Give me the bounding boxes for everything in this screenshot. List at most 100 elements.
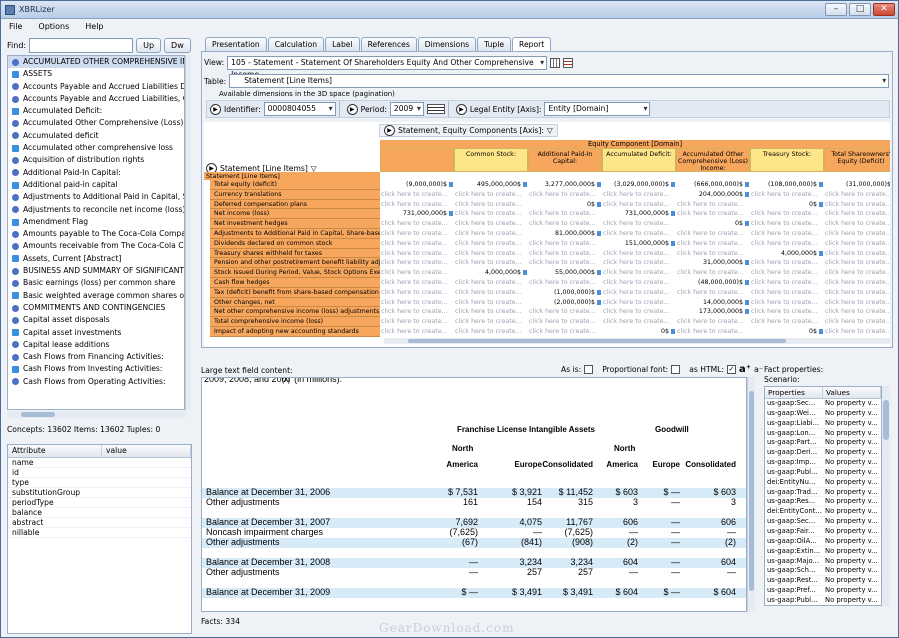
placeholder-cell[interactable]: click here to create...: [380, 298, 454, 308]
row-label[interactable]: Other changes, net: [210, 297, 380, 308]
placeholder-cell[interactable]: click here to create...: [602, 317, 676, 327]
identifier-select[interactable]: 0000804055: [263, 102, 336, 116]
fact-property-row[interactable]: us-gaap:Wei... No property v...: [765, 409, 881, 419]
placeholder-cell[interactable]: click here to create...: [602, 190, 676, 200]
concept-item[interactable]: Basic earnings (loss) per common share: [8, 277, 184, 289]
grid-view-icon[interactable]: [550, 57, 561, 68]
placeholder-cell[interactable]: click here to create...: [824, 327, 890, 337]
placeholder-cell[interactable]: click here to create...: [824, 200, 890, 210]
row-label[interactable]: Deferred compensation plans: [210, 199, 380, 210]
placeholder-cell[interactable]: click here to create...: [602, 249, 676, 259]
concept-item[interactable]: Basic weighted average common shares out…: [8, 290, 184, 302]
value-cell[interactable]: 31,000,000$: [676, 258, 750, 269]
value-cell[interactable]: 14,000,000$: [676, 297, 750, 308]
view-select[interactable]: 105 - Statement - Statement Of Sharehold…: [227, 55, 548, 79]
tab-label[interactable]: Label: [325, 37, 360, 51]
placeholder-cell[interactable]: click here to create...: [454, 229, 528, 239]
placeholder-cell[interactable]: click here to create...: [380, 268, 454, 278]
value-cell[interactable]: (3,029,000,000)$: [602, 180, 676, 190]
placeholder-cell[interactable]: click here to create...: [380, 219, 454, 229]
placeholder-cell[interactable]: click here to create...: [824, 288, 890, 298]
placeholder-cell[interactable]: click here to create...: [380, 190, 454, 200]
concept-list[interactable]: ACCUMULATED OTHER COMPREHENSIVE IN ASSETS…: [7, 55, 185, 410]
placeholder-cell[interactable]: click here to create...: [676, 317, 750, 327]
placeholder-cell[interactable]: click here to create...: [824, 307, 890, 317]
legal-entity-select[interactable]: Entity [Domain]: [544, 102, 651, 116]
concept-item[interactable]: Accumulated other comprehensive loss: [8, 142, 184, 154]
row-label[interactable]: Net other comprehensive income (loss) ad…: [210, 307, 380, 318]
scroll-thumb[interactable]: [21, 412, 55, 417]
find-up-button[interactable]: Up: [136, 37, 162, 53]
placeholder-cell[interactable]: click here to create...: [454, 288, 528, 298]
concept-item[interactable]: Acquisition of distribution rights: [8, 154, 184, 166]
row-label[interactable]: Net investment hedges: [210, 219, 380, 229]
period-play-icon[interactable]: ▶: [346, 103, 358, 115]
placeholder-cell[interactable]: click here to create...: [528, 327, 602, 337]
attribute-row[interactable]: substitutionGroup: [8, 488, 191, 498]
fact-property-row[interactable]: us-gaap:Lon... No property v...: [765, 429, 881, 439]
filter-icon[interactable]: ▽: [547, 126, 553, 135]
concept-item[interactable]: Accumulated Deficit:: [8, 105, 184, 117]
placeholder-cell[interactable]: click here to create...: [454, 317, 528, 327]
value-cell[interactable]: 55,000,000$: [528, 268, 602, 278]
column-header[interactable]: Common Stock:: [454, 148, 528, 172]
fact-property-row[interactable]: us-gaap:Pref... No property v...: [765, 586, 881, 596]
placeholder-cell[interactable]: click here to create...: [528, 190, 602, 200]
fact-property-row[interactable]: us-gaap:Sch... No property v...: [765, 566, 881, 577]
row-label[interactable]: Total comprehensive income (loss): [210, 317, 380, 327]
placeholder-cell[interactable]: click here to create...: [824, 317, 890, 327]
value-column-header[interactable]: value: [102, 445, 191, 457]
placeholder-cell[interactable]: click here to create...: [380, 307, 454, 317]
value-cell[interactable]: (108,000,000)$: [750, 180, 824, 190]
find-input[interactable]: [29, 37, 134, 53]
attribute-row[interactable]: nillable: [8, 528, 191, 538]
placeholder-cell[interactable]: click here to create...: [602, 288, 676, 298]
placeholder-cell[interactable]: click here to create...: [602, 307, 676, 317]
value-cell[interactable]: 4,000,000$: [750, 248, 824, 259]
placeholder-cell[interactable]: click here to create...: [602, 258, 676, 268]
tab-tuple[interactable]: Tuple: [477, 37, 512, 51]
value-cell[interactable]: 151,000,000$: [602, 238, 676, 249]
concept-item[interactable]: Accounts Payable and Accrued Liabilities…: [8, 93, 184, 105]
fact-property-row[interactable]: us-gaap:Publ... No property v...: [765, 468, 881, 478]
text-vscroll[interactable]: [747, 377, 755, 612]
placeholder-cell[interactable]: click here to create...: [380, 327, 454, 337]
value-cell[interactable]: 204,000,000$: [676, 189, 750, 200]
table-export-icon[interactable]: [563, 57, 574, 68]
value-cell[interactable]: (1,000,000)$: [528, 287, 602, 298]
fact-property-row[interactable]: us-gaap:Trad... No property v...: [765, 488, 881, 498]
value-cell[interactable]: 731,000,000$: [380, 209, 454, 220]
menu-help[interactable]: Help: [77, 22, 111, 31]
placeholder-cell[interactable]: click here to create...: [750, 298, 824, 308]
placeholder-cell[interactable]: click here to create...: [824, 229, 890, 239]
placeholder-cell[interactable]: click here to create...: [528, 317, 602, 327]
placeholder-cell[interactable]: click here to create...: [602, 298, 676, 308]
tab-references[interactable]: References: [360, 37, 417, 51]
placeholder-cell[interactable]: click here to create...: [676, 327, 750, 337]
placeholder-cell[interactable]: click here to create...: [528, 278, 602, 288]
attribute-row[interactable]: type: [8, 478, 191, 488]
placeholder-cell[interactable]: click here to create...: [454, 307, 528, 317]
concept-item[interactable]: ASSETS: [8, 68, 184, 80]
placeholder-cell[interactable]: click here to create...: [602, 229, 676, 239]
values-column-header[interactable]: Values: [823, 387, 881, 398]
fact-properties-vscroll[interactable]: [882, 386, 890, 606]
placeholder-cell[interactable]: click here to create...: [454, 239, 528, 249]
fact-property-row[interactable]: us-gaap:Sec... No property v...: [765, 399, 881, 409]
placeholder-cell[interactable]: click here to create...: [750, 239, 824, 249]
legal-entity-play-icon[interactable]: ▶: [455, 103, 467, 115]
value-cell[interactable]: 4,000,000$: [454, 268, 528, 278]
placeholder-cell[interactable]: click here to create...: [750, 317, 824, 327]
concept-item[interactable]: Assets, Current [Abstract]: [8, 253, 184, 265]
as-html-checkbox[interactable]: ✓: [726, 365, 736, 374]
period-table-icon[interactable]: [426, 104, 445, 114]
row-label[interactable]: Stock Issued During Period, Value, Stock…: [210, 268, 380, 278]
value-cell[interactable]: 0$: [750, 327, 824, 337]
row-label[interactable]: Pension and other postretirement benefit…: [210, 258, 380, 269]
value-cell[interactable]: 0$: [602, 327, 676, 337]
concept-item[interactable]: COMMITMENTS AND CONTINGENCIES: [8, 302, 184, 314]
fact-property-row[interactable]: us-gaap:Res... No property v...: [765, 497, 881, 508]
placeholder-cell[interactable]: click here to create...: [454, 200, 528, 210]
row-label[interactable]: Tax (deficit) benefit from share-based c…: [210, 287, 380, 298]
placeholder-cell[interactable]: click here to create...: [380, 258, 454, 268]
